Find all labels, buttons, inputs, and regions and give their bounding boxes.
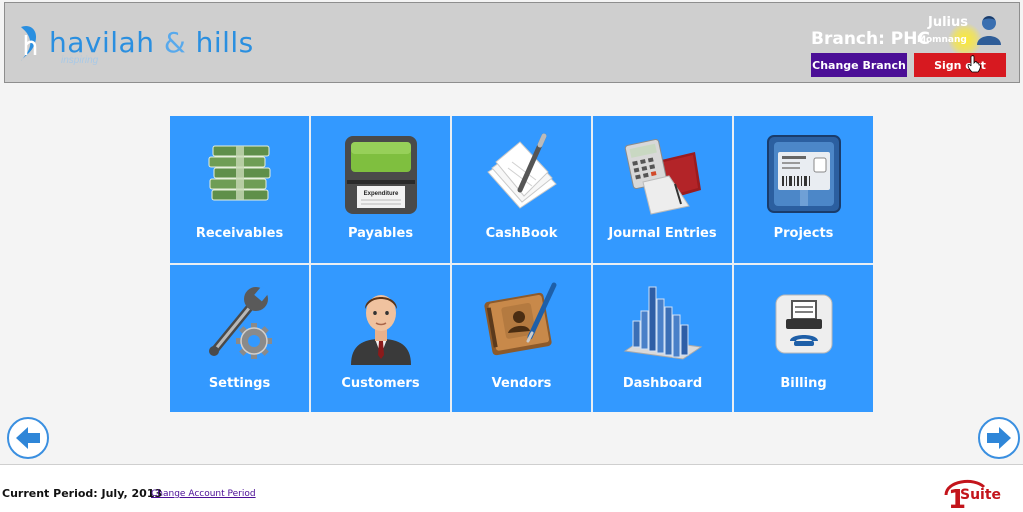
tile-payables[interactable]: Expenditure Payables (311, 116, 450, 263)
wrench-gear-icon (208, 285, 272, 359)
tile-customers[interactable]: Customers (311, 265, 450, 412)
logo-tagline: inspiring (61, 55, 99, 66)
logo-text-amp: & (163, 26, 187, 59)
money-stack-icon (208, 145, 270, 201)
logo-text-hills: hills (195, 26, 254, 59)
tile-cashbook[interactable]: CashBook (452, 116, 591, 263)
businessman-icon (350, 295, 411, 365)
tile-label: Dashboard (622, 376, 703, 391)
tile-dashboard[interactable]: Dashboard (593, 265, 732, 412)
user-avatar-icon[interactable] (975, 13, 1003, 45)
tile-label: Settings (208, 376, 271, 391)
next-page-button[interactable] (978, 417, 1020, 459)
tile-label: Vendors (491, 376, 552, 391)
papers-pen-icon (486, 133, 557, 209)
sign-out-button[interactable]: Sign out (914, 53, 1006, 77)
change-branch-button[interactable]: Change Branch (811, 53, 907, 77)
tile-settings[interactable]: Settings (170, 265, 309, 412)
tile-label: Receivables (195, 226, 284, 241)
logo-mark-icon (21, 25, 37, 62)
tile-receivables[interactable]: Receivables (170, 116, 309, 263)
tile-journal-entries[interactable]: Journal Entries (593, 116, 732, 263)
bar-chart-icon (623, 286, 702, 360)
havilah-hills-logo: havilah & hills inspiring (17, 19, 257, 69)
tile-vendors[interactable]: Vendors (452, 265, 591, 412)
tile-projects[interactable]: Projects (734, 116, 873, 263)
current-period-label: Current Period: July, 2013 (2, 487, 163, 500)
user-last-name: Momnang (917, 35, 967, 45)
address-book-icon (483, 282, 556, 356)
expenditure-printer-icon: Expenditure (344, 136, 417, 214)
tile-label: Billing (780, 376, 827, 391)
tile-label: Journal Entries (608, 226, 717, 241)
arrow-right-icon (987, 427, 1011, 449)
tile-label: Projects (773, 226, 834, 241)
status-footer: Current Period: July, 2013 Change Accoun… (0, 464, 1023, 512)
previous-page-button[interactable] (7, 417, 49, 459)
arrow-left-icon (16, 427, 40, 449)
change-account-period-link[interactable]: Change Account Period (151, 489, 256, 499)
branch-label: Branch: PHC (811, 29, 930, 49)
tile-label: CashBook (485, 226, 558, 241)
tile-billing[interactable]: Billing (734, 265, 873, 412)
module-tile-grid: Receivables Expenditure Payables CashBoo… (170, 116, 873, 412)
brand-suite-text: Suite (960, 487, 1002, 503)
user-first-name: Julius (928, 15, 968, 30)
tile-label: Customers (341, 376, 420, 391)
expenditure-caption: Expenditure (363, 191, 398, 197)
tile-label: Payables (347, 226, 414, 241)
shipping-box-icon (766, 135, 841, 213)
fax-machine-icon (775, 294, 832, 354)
app-header: havilah & hills inspiring Branch: PHC Ju… (4, 2, 1020, 83)
hand-cursor-icon (967, 55, 981, 73)
calculator-journal-icon (624, 139, 701, 215)
